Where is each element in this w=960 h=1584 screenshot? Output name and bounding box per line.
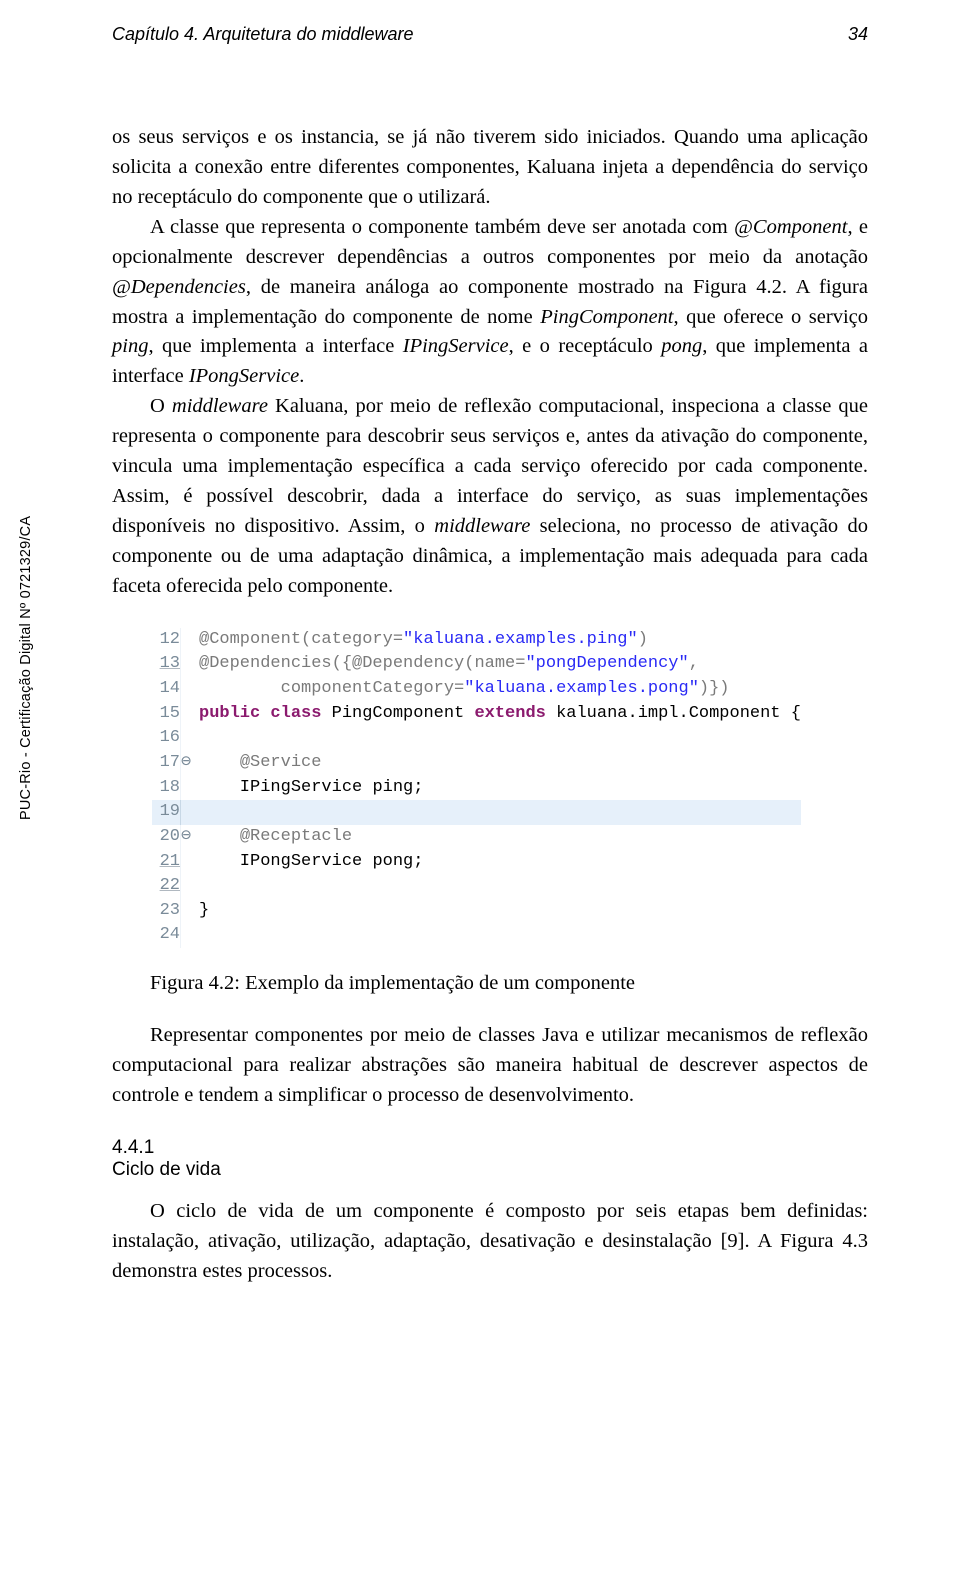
section-heading: 4.4.1 Ciclo de vida [112,1137,868,1181]
term-pong: pong [661,335,702,357]
paragraph-3a: O [150,395,172,417]
term-ping: ping [112,335,148,357]
term-dependencies: @Dependencies [112,276,246,298]
paragraph-2a: A classe que representa o componente tam… [150,216,734,238]
term-pingcomponent: PingComponent [540,306,673,328]
term-middleware-1: middleware [172,395,268,417]
section-number: 4.4.1 [112,1137,868,1159]
term-ipingservice: IPingService [403,335,509,357]
term-ipongservice: IPongService [189,365,299,387]
code-figure: 12@Component(category="kaluana.examples.… [152,628,868,948]
paragraph-5: O ciclo de vida de um componente é compo… [112,1200,868,1282]
term-middleware-2: middleware [434,515,530,537]
paragraph-2g: , que oferece o serviço [674,306,869,328]
section-title: Ciclo de vida [112,1159,868,1181]
page-number: 34 [848,24,868,45]
chapter-header: Capítulo 4. Arquitetura do middleware [112,24,414,45]
paragraph-2o: . [299,365,304,387]
term-component: @Component [734,216,847,238]
paragraph-2k: , e o receptáculo [509,335,662,357]
paragraph-1: os seus serviços e os instancia, se já n… [112,126,868,208]
figure-caption: Figura 4.2: Exemplo da implementação de … [150,972,868,995]
paragraph-4: Representar componentes por meio de clas… [112,1024,868,1106]
watermark-side: PUC-Rio - Certificação Digital Nº 072132… [18,516,34,820]
paragraph-2i: , que implementa a interface [148,335,402,357]
